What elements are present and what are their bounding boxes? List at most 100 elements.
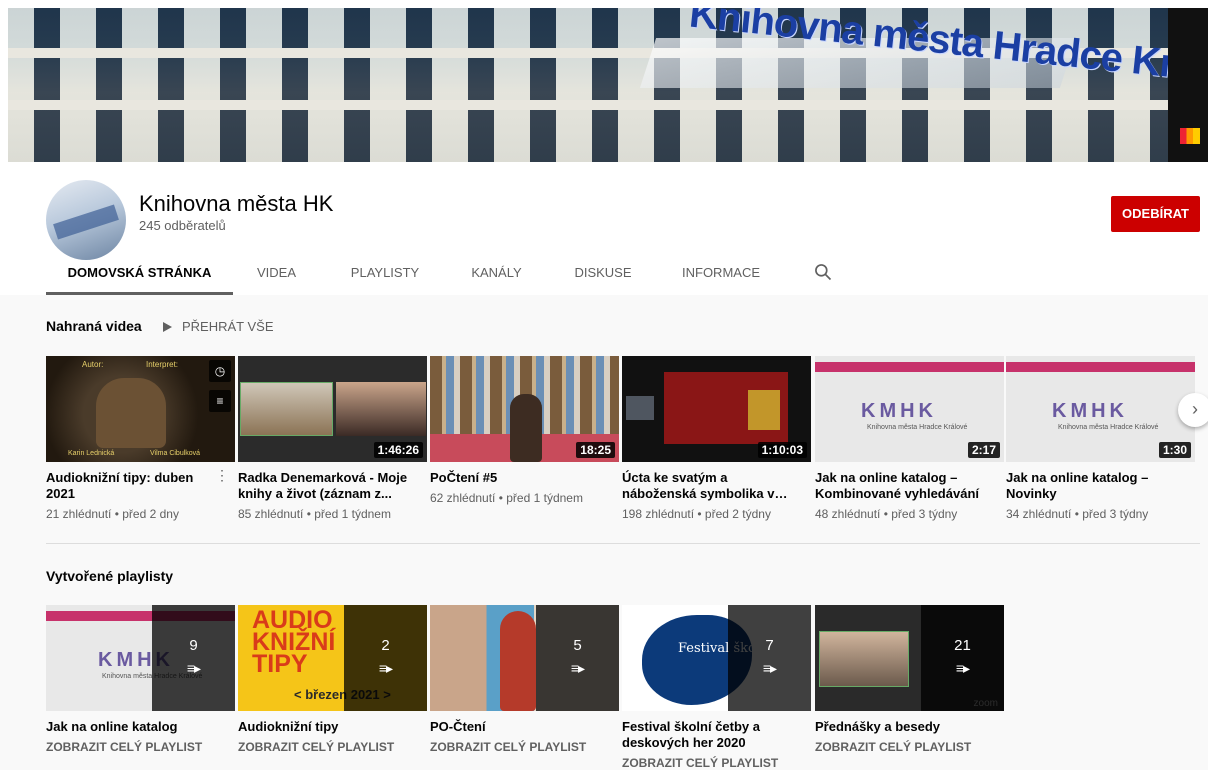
video-card[interactable]: KMHK Knihovna města Hradce Králové 1:30 … [1006, 356, 1195, 521]
playlist-card[interactable]: zoom 21 ≡▸ Přednášky a besedy ZOBRAZIT C… [815, 605, 1004, 754]
banner-image: Knihovna města Hradce Králové [8, 8, 1208, 162]
playlist-overlay: 21 ≡▸ [921, 605, 1004, 711]
video-meta: 198 zhlédnutí • před 2 týdny [622, 507, 771, 521]
tab-about[interactable]: INFORMACE [670, 250, 772, 295]
video-card[interactable]: 18:25 PoČtení #5 62 zhlédnutí • před 1 t… [430, 356, 619, 505]
playlist-title[interactable]: PO-Čtení [430, 719, 619, 735]
view-full-playlist-link[interactable]: ZOBRAZIT CELÝ PLAYLIST [238, 740, 427, 754]
add-to-queue-icon[interactable]: ≡ [209, 390, 231, 412]
playlist-thumbnail[interactable]: 5 ≡▸ [430, 605, 619, 711]
view-full-playlist-link[interactable]: ZOBRAZIT CELÝ PLAYLIST [622, 756, 811, 770]
view-full-playlist-link[interactable]: ZOBRAZIT CELÝ PLAYLIST [430, 740, 619, 754]
thumb-participant [336, 382, 426, 436]
playlist-overlay: 2 ≡▸ [344, 605, 427, 711]
playlist-count: 21 [954, 637, 971, 654]
play-all-label: PŘEHRÁT VŠE [182, 319, 274, 334]
playlist-title[interactable]: Přednášky a besedy [815, 719, 1004, 735]
video-title[interactable]: PoČtení #5 [430, 470, 619, 486]
search-icon[interactable] [813, 262, 833, 282]
thumb-text: Interpret: [146, 360, 179, 369]
chevron-right-icon[interactable]: › [1178, 393, 1208, 427]
playlist-thumbnail[interactable]: zoom 21 ≡▸ [815, 605, 1004, 711]
playlist-icon: ≡▸ [570, 660, 585, 676]
video-thumbnail[interactable]: Autor: Interpret: Karin Lednická Vilma C… [46, 356, 235, 462]
thumb-camera [626, 396, 654, 420]
thumb-text: AUDIO KNIŽNÍ TIPY [252, 606, 336, 678]
playlist-icon: ≡▸ [186, 660, 201, 676]
playlist-thumbnail[interactable]: Festival školní četby 7 ≡▸ [622, 605, 811, 711]
playlist-title[interactable]: Festival školní četby a deskových her 20… [622, 719, 811, 751]
kmhk-logo-sub: Knihovna města Hradce Králové [1058, 424, 1159, 431]
more-vert-icon[interactable]: ⋮ [215, 468, 229, 482]
tab-videos[interactable]: VIDEA [243, 250, 310, 295]
video-title[interactable]: Jak na online katalog – Novinky [1006, 470, 1195, 502]
channel-tabs: DOMOVSKÁ STRÁNKA VIDEA PLAYLISTY KANÁLY … [0, 250, 1208, 295]
playlist-card[interactable]: Festival školní četby 7 ≡▸ Festival škol… [622, 605, 811, 770]
playlist-icon: ≡▸ [762, 660, 777, 676]
playlist-card[interactable]: AUDIO KNIŽNÍ TIPY < březen 2021 > 2 ≡▸ A… [238, 605, 427, 754]
video-duration: 18:25 [576, 442, 615, 458]
thumb-text: Autor: [82, 360, 104, 369]
channel-name: Knihovna města HK [139, 191, 334, 216]
video-card[interactable]: KMHK Knihovna města Hradce Králové 2:17 … [815, 356, 1004, 521]
uploads-title: Nahraná videa [46, 318, 142, 334]
video-meta: 85 zhlédnutí • před 1 týdnem [238, 507, 391, 521]
thumb-web-header [1006, 362, 1195, 372]
view-full-playlist-link[interactable]: ZOBRAZIT CELÝ PLAYLIST [815, 740, 1004, 754]
video-thumbnail[interactable]: 18:25 [430, 356, 619, 462]
video-card[interactable]: Autor: Interpret: Karin Lednická Vilma C… [46, 356, 235, 521]
video-duration: 2:17 [967, 442, 1000, 458]
playlist-overlay: 5 ≡▸ [536, 605, 619, 711]
tab-channels[interactable]: KANÁLY [458, 250, 535, 295]
section-divider [46, 543, 1200, 544]
playlist-card[interactable]: 5 ≡▸ PO-Čtení ZOBRAZIT CELÝ PLAYLIST [430, 605, 619, 754]
playlist-card[interactable]: KMHK Knihovna města Hradce Králové 9 ≡▸ … [46, 605, 235, 754]
video-title[interactable]: Audioknižní tipy: duben 2021 [46, 470, 235, 502]
playlist-count: 7 [765, 637, 774, 654]
tab-home[interactable]: DOMOVSKÁ STRÁNKA [46, 250, 233, 295]
play-all-button[interactable]: PŘEHRÁT VŠE [163, 319, 274, 334]
clock-icon[interactable]: ◷ [209, 360, 231, 382]
video-thumbnail[interactable]: 1:46:26 [238, 356, 427, 462]
thumb-participant [240, 382, 333, 436]
view-full-playlist-link[interactable]: ZOBRAZIT CELÝ PLAYLIST [46, 740, 235, 754]
thumb-text: Karin Lednická [68, 450, 115, 457]
playlist-overlay: 7 ≡▸ [728, 605, 811, 711]
video-thumbnail[interactable]: 1:10:03 [622, 356, 811, 462]
playlist-overlay: 9 ≡▸ [152, 605, 235, 711]
playlist-title[interactable]: Jak na online katalog [46, 719, 235, 735]
playlist-icon: ≡▸ [955, 660, 970, 676]
video-title[interactable]: Úcta ke svatým a náboženská symbolika v … [622, 470, 811, 502]
channel-header: Knihovna města HK 245 odběratelů ODEBÍRA… [0, 162, 1208, 295]
video-duration: 1:30 [1158, 442, 1191, 458]
thumb-participant [819, 631, 909, 687]
video-title[interactable]: Jak na online katalog – Kombinované vyhl… [815, 470, 1004, 502]
video-card[interactable]: 1:10:03 Úcta ke svatým a náboženská symb… [622, 356, 811, 521]
playlist-count: 9 [189, 637, 198, 654]
play-icon [163, 322, 172, 332]
playlists-title: Vytvořené playlisty [46, 568, 174, 584]
video-duration: 1:46:26 [373, 442, 423, 458]
subscribe-button[interactable]: ODEBÍRAT [1111, 196, 1200, 232]
thumb-text: Vilma Cibulková [150, 450, 201, 457]
video-thumbnail[interactable]: KMHK Knihovna města Hradce Králové 1:30 [1006, 356, 1195, 462]
video-title[interactable]: Radka Denemarková - Moje knihy a život (… [238, 470, 427, 502]
playlist-thumbnail[interactable]: KMHK Knihovna města Hradce Králové 9 ≡▸ [46, 605, 235, 711]
thumb-slide [664, 372, 788, 444]
kmhk-logo: KMHK [861, 400, 937, 422]
video-card[interactable]: 1:46:26 Radka Denemarková - Moje knihy a… [238, 356, 427, 521]
channel-banner: Knihovna města Hradce Králové [0, 0, 1208, 162]
kmhk-logo: KMHK [1052, 400, 1128, 422]
video-thumbnail[interactable]: KMHK Knihovna města Hradce Králové 2:17 [815, 356, 1004, 462]
banner-logo [1180, 128, 1200, 144]
playlist-count: 5 [573, 637, 582, 654]
playlist-thumbnail[interactable]: AUDIO KNIŽNÍ TIPY < březen 2021 > 2 ≡▸ [238, 605, 427, 711]
video-meta: 48 zhlédnutí • před 3 týdny [815, 507, 958, 521]
tab-discussion[interactable]: DISKUSE [562, 250, 644, 295]
video-meta: 21 zhlédnutí • před 2 dny [46, 507, 179, 521]
subscriber-count: 245 odběratelů [139, 218, 226, 233]
tab-playlists[interactable]: PLAYLISTY [338, 250, 432, 295]
thumb-web-header [815, 362, 1004, 372]
playlist-title[interactable]: Audioknižní tipy [238, 719, 427, 735]
channel-avatar[interactable] [46, 180, 126, 260]
